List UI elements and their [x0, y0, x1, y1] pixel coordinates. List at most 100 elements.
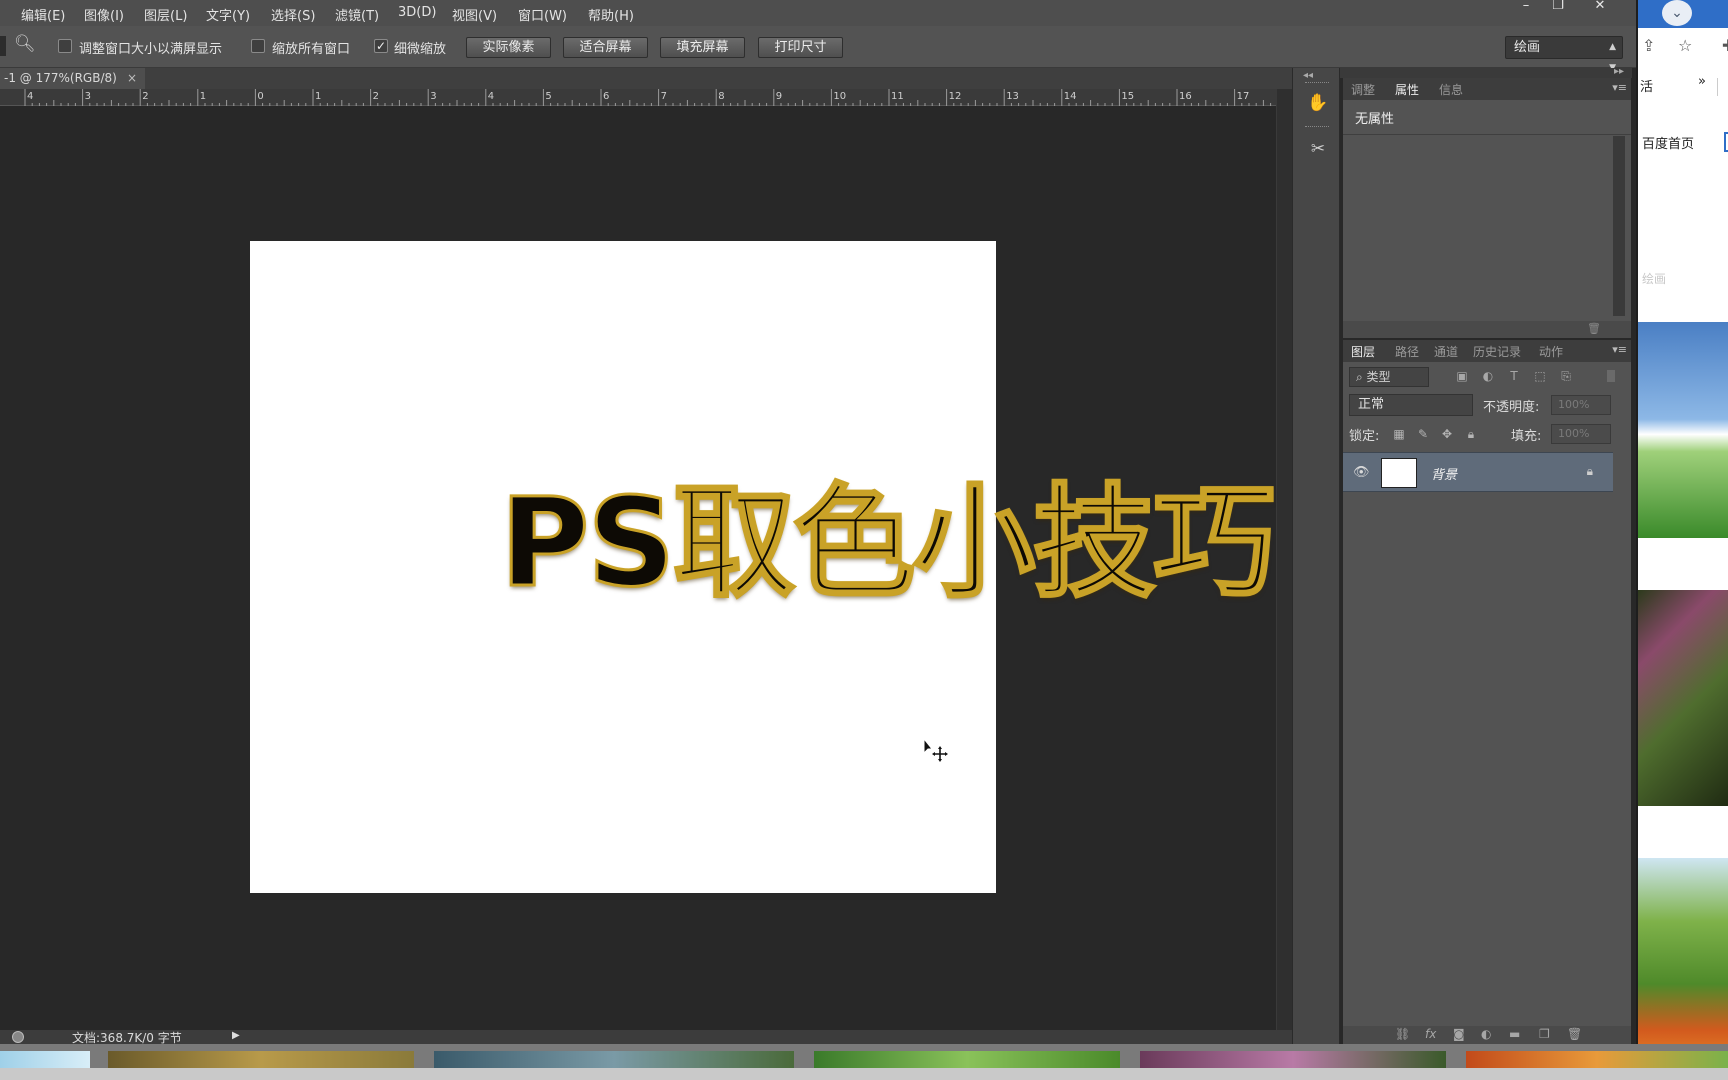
grip-icon[interactable]	[1305, 126, 1329, 129]
collapse-icon[interactable]: ◂◂	[1303, 70, 1313, 81]
move-cursor-icon	[923, 738, 948, 762]
lock-image-icon[interactable]: ✎	[1415, 427, 1431, 443]
menu-filter[interactable]: 滤镜(T)	[335, 5, 379, 24]
thumbnail[interactable]	[434, 1051, 794, 1068]
tab-channels[interactable]: 通道	[1434, 343, 1458, 360]
garden-photo[interactable]	[1638, 858, 1728, 1068]
options-bar: 🔍︎ 调整窗口大小以满屏显示 缩放所有窗口 ✓ 细微缩放 实际像素 适合屏幕 填…	[0, 26, 1636, 73]
tab-properties[interactable]: 属性	[1395, 81, 1419, 98]
blend-mode-select[interactable]: 正常	[1349, 394, 1473, 416]
browser-chevron-icon[interactable]: »	[1698, 74, 1706, 89]
tab-actions[interactable]: 动作	[1539, 343, 1563, 360]
baidu-home-link[interactable]: 百度首页	[1642, 133, 1694, 152]
tab-close-icon[interactable]: ×	[127, 68, 137, 89]
layer-row[interactable]: 👁︎ 背景 🔒︎	[1343, 452, 1613, 492]
thumbnail[interactable]	[108, 1051, 414, 1068]
type-filter-icon[interactable]: T	[1505, 369, 1523, 385]
fit-screen-button[interactable]: 适合屏幕	[563, 37, 648, 58]
grip-icon[interactable]	[1305, 82, 1329, 85]
tab-info[interactable]: 信息	[1439, 81, 1463, 98]
lock-position-icon[interactable]: ✥	[1439, 427, 1455, 443]
tab-paths[interactable]: 路径	[1395, 343, 1419, 360]
layers-panel: 图层 路径 通道 历史记录 动作 ▾≡ ⌕ 类型 ▣ ◐ T ⬚ ⎘ 正常 不透…	[1343, 340, 1631, 1044]
document-tab[interactable]: -1 @ 177%(RGB/8) ×	[0, 68, 145, 89]
tool-presets-icon[interactable]: ✂	[1305, 136, 1331, 162]
workspace-select[interactable]: 绘画 ▲▼	[1505, 36, 1623, 73]
fill-field[interactable]: 100%	[1551, 424, 1611, 444]
menu-edit[interactable]: 编辑(E)	[21, 5, 65, 24]
thumbnail[interactable]	[0, 1051, 90, 1068]
adjustment-filter-icon[interactable]: ◐	[1479, 369, 1497, 385]
landscape-photo[interactable]	[1638, 322, 1728, 538]
horizontal-ruler[interactable]: 4 3 2 1 0 1 2 3 4 5 6 7 8 9 10 11 12 13 14 15 16 17	[0, 89, 1276, 106]
properties-scrollbar[interactable]	[1613, 136, 1625, 316]
filter-toggle[interactable]	[1607, 370, 1615, 382]
fill-screen-button[interactable]: 填充屏幕	[660, 37, 745, 58]
folder-icon[interactable]: ▬	[1509, 1027, 1520, 1041]
browser-toolbar: ⇪ ☆ ✚	[1638, 36, 1728, 60]
pixel-filter-icon[interactable]: ▣	[1453, 369, 1471, 385]
headline-text[interactable]: PS取色小技巧	[498, 472, 1276, 615]
vertical-scrollbar[interactable]	[1276, 89, 1292, 1030]
browser-partial-text: 活	[1640, 80, 1654, 95]
thumbnail[interactable]	[1140, 1051, 1446, 1068]
actual-pixels-button[interactable]: 实际像素	[466, 37, 551, 58]
ruler-label: 8	[718, 91, 724, 102]
menu-layer[interactable]: 图层(L)	[144, 5, 187, 24]
fx-icon[interactable]: fx	[1425, 1027, 1436, 1041]
browser-button-edge[interactable]	[1724, 132, 1728, 152]
brush-preset-icon[interactable]: ✋	[1305, 90, 1331, 116]
opacity-field[interactable]: 100%	[1551, 395, 1611, 415]
link-icon[interactable]: ⛓	[1395, 1027, 1410, 1041]
shape-filter-icon[interactable]: ⬚	[1531, 369, 1549, 385]
ruler-label: 7	[661, 91, 667, 102]
menu-type[interactable]: 文字(Y)	[206, 5, 250, 24]
panel-header-strip: ▸▸	[1340, 66, 1632, 78]
puzzle-icon[interactable]: ✚	[1722, 36, 1728, 55]
thumbnail[interactable]	[1466, 1051, 1728, 1068]
properties-panel: 调整 属性 信息 ▾≡ 无属性 🗑	[1343, 78, 1631, 338]
ruler-label: 2	[373, 91, 379, 102]
lock-icon[interactable]: 🔒︎	[1587, 464, 1593, 479]
lock-all-icon[interactable]: 🔒︎	[1463, 427, 1479, 443]
share-icon[interactable]: ⇪	[1642, 36, 1655, 55]
menu-help[interactable]: 帮助(H)	[588, 5, 634, 24]
status-circle-icon[interactable]	[12, 1031, 24, 1043]
menu-window[interactable]: 窗口(W)	[518, 5, 567, 24]
smart-object-filter-icon[interactable]: ⎘	[1557, 369, 1575, 385]
tab-layers[interactable]: 图层	[1351, 343, 1375, 360]
new-layer-icon[interactable]: ❐	[1539, 1027, 1550, 1041]
layer-name[interactable]: 背景	[1431, 464, 1457, 483]
menu-select[interactable]: 选择(S)	[271, 5, 315, 24]
panel-menu-icon[interactable]: ▾≡	[1612, 81, 1627, 94]
chevron-down-icon[interactable]: ⌄	[1662, 0, 1692, 26]
close-icon[interactable]: ✕	[1584, 0, 1616, 14]
blossom-photo[interactable]	[1638, 590, 1728, 806]
print-size-button[interactable]: 打印尺寸	[758, 37, 843, 58]
panel-menu-icon[interactable]: ▾≡	[1612, 343, 1627, 356]
ruler-label: 14	[1064, 91, 1077, 102]
adjustment-layer-icon[interactable]: ◐	[1481, 1027, 1491, 1041]
scrubby-zoom-checkbox[interactable]: ✓	[374, 39, 388, 53]
status-menu-arrow-icon[interactable]: ▶	[232, 1030, 240, 1041]
eye-icon[interactable]: 👁︎	[1353, 465, 1370, 480]
tab-adjustments[interactable]: 调整	[1351, 81, 1375, 98]
mask-icon[interactable]: ◙	[1453, 1027, 1465, 1041]
thumbnail[interactable]	[814, 1051, 1120, 1068]
resize-windows-checkbox[interactable]	[58, 39, 72, 53]
trash-icon[interactable]: 🗑	[1567, 1027, 1582, 1041]
tool-preset-edge[interactable]	[0, 36, 6, 56]
expand-icon[interactable]: ▸▸	[1614, 66, 1624, 77]
menu-view[interactable]: 视图(V)	[452, 5, 497, 24]
minimize-icon[interactable]: –	[1510, 0, 1542, 14]
restore-icon[interactable]: ❐	[1542, 0, 1574, 14]
zoom-tool-icon[interactable]: 🔍︎	[14, 34, 36, 54]
menu-image[interactable]: 图像(I)	[84, 5, 124, 24]
lock-transparent-icon[interactable]: ▦	[1391, 427, 1407, 443]
menu-3d[interactable]: 3D(D)	[398, 5, 436, 20]
layer-kind-filter[interactable]: ⌕ 类型	[1349, 367, 1429, 387]
zoom-all-checkbox[interactable]	[251, 39, 265, 53]
tab-history[interactable]: 历史记录	[1473, 343, 1521, 360]
trash-icon[interactable]: 🗑	[1587, 322, 1601, 335]
star-icon[interactable]: ☆	[1678, 36, 1692, 55]
